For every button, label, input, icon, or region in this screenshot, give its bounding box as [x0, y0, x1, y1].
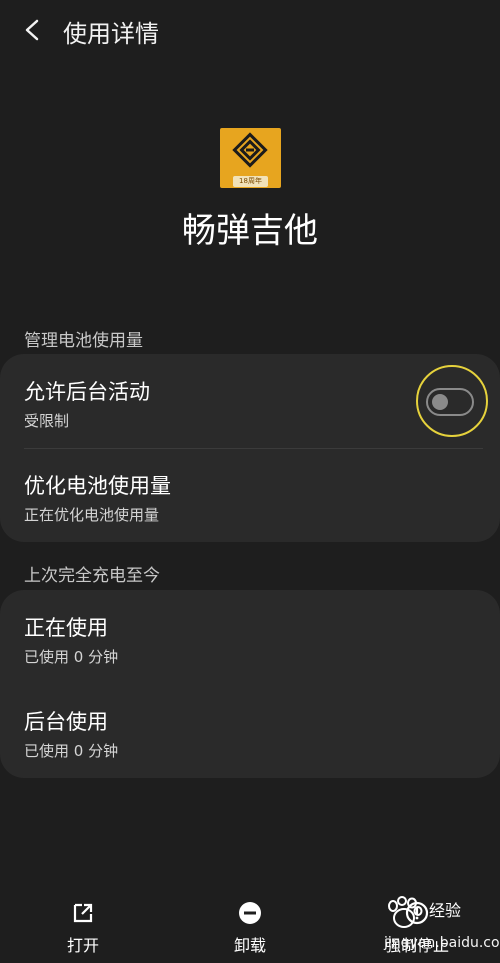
usage-section-label: 上次完全充电至今: [24, 566, 160, 586]
app-badge: 18周年: [233, 176, 268, 187]
background-activity-toggle[interactable]: [426, 388, 474, 416]
chevron-left-icon: [25, 19, 39, 41]
row-title: 优化电池使用量: [24, 474, 171, 498]
watermark-url: jingyan.baidu.com: [384, 935, 500, 951]
row-title: 后台使用: [24, 710, 108, 734]
foreground-usage-row[interactable]: 正在使用 已使用 0 分钟: [0, 590, 500, 684]
uninstall-button[interactable]: 卸载: [200, 901, 300, 961]
open-external-icon: [73, 903, 93, 923]
row-title: 正在使用: [24, 616, 108, 640]
background-usage-row[interactable]: 后台使用 已使用 0 分钟: [0, 684, 500, 778]
row-subtitle: 已使用 0 分钟: [24, 742, 119, 760]
watermark-text: 经验: [429, 901, 462, 920]
battery-section-label: 管理电池使用量: [24, 331, 143, 351]
back-button[interactable]: [14, 12, 50, 48]
uninstall-label: 卸载: [233, 936, 266, 955]
uninstall-icon: [239, 902, 261, 924]
top-app-bar: 使用详情: [0, 0, 500, 58]
row-subtitle: 受限制: [24, 412, 70, 430]
baidu-paw-icon: [388, 896, 423, 928]
app-name: 畅弹吉他: [182, 211, 318, 251]
usage-card: 正在使用 已使用 0 分钟 后台使用 已使用 0 分钟: [0, 590, 500, 778]
row-subtitle: 已使用 0 分钟: [24, 648, 119, 666]
row-subtitle: 正在优化电池使用量: [24, 506, 160, 524]
toggle-knob: [432, 394, 448, 410]
row-title: 允许后台活动: [24, 380, 150, 404]
open-button[interactable]: 打开: [33, 901, 133, 961]
optimize-battery-row[interactable]: 优化电池使用量 正在优化电池使用量: [0, 449, 500, 542]
page-title: 使用详情: [63, 20, 159, 48]
open-label: 打开: [66, 936, 99, 955]
baidu-jingyan-watermark: 经验 jingyan.baidu.com: [380, 896, 500, 963]
